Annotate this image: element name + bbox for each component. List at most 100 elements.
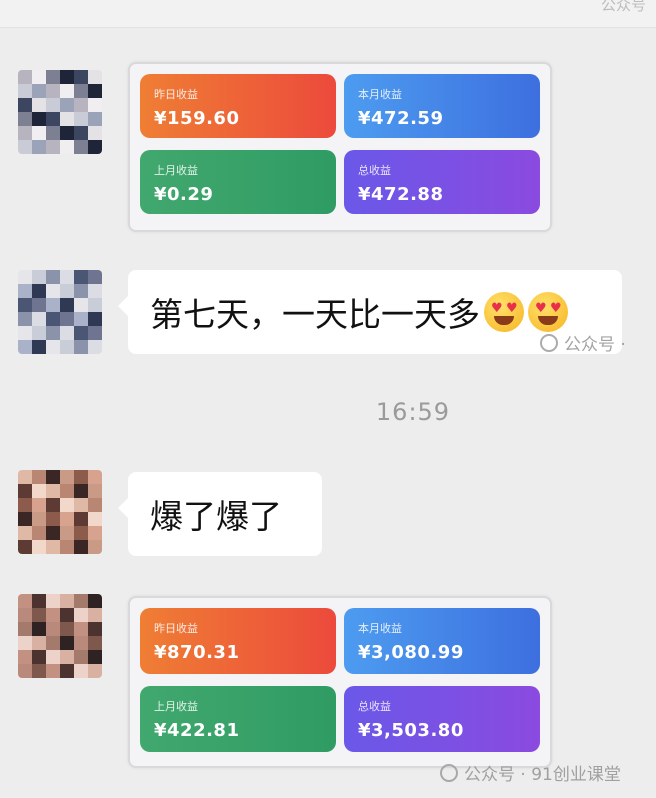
avatar-pixel: [18, 664, 32, 678]
avatar-pixel: [60, 84, 74, 98]
avatar-pixel: [32, 484, 46, 498]
avatar-pixel: [32, 340, 46, 354]
avatar-pixel: [88, 608, 102, 622]
avatar-pixel: [60, 526, 74, 540]
avatar[interactable]: [18, 470, 102, 554]
avatar-pixel: [46, 526, 60, 540]
avatar-pixel: [88, 126, 102, 140]
tile-label: 总收益: [358, 700, 391, 713]
watermark-text: 公众号 ·: [564, 335, 626, 355]
avatar-pixel: [88, 664, 102, 678]
avatar-pixel: [60, 112, 74, 126]
avatar-pixel: [88, 470, 102, 484]
avatar-pixel: [46, 636, 60, 650]
tile-label: 上月收益: [154, 700, 198, 713]
avatar-pixel: [32, 140, 46, 154]
avatar-pixel: [32, 622, 46, 636]
tile-value: ¥472.59: [358, 108, 444, 129]
avatar-pixel: [60, 70, 74, 84]
avatar-pixel: [18, 298, 32, 312]
avatar-pixel: [74, 326, 88, 340]
avatar-pixel: [46, 98, 60, 112]
avatar-pixel: [74, 636, 88, 650]
avatar-pixel: [60, 140, 74, 154]
avatar-pixel: [74, 298, 88, 312]
avatar-pixel: [88, 284, 102, 298]
avatar-pixel: [60, 594, 74, 608]
yesterday-earnings-tile: 昨日收益 ¥159.60: [140, 74, 336, 138]
avatar-pixel: [74, 540, 88, 554]
yesterday-earnings-tile: 昨日收益 ¥870.31: [140, 608, 336, 674]
avatar-pixel: [88, 526, 102, 540]
avatar-pixel: [88, 298, 102, 312]
avatar-pixel: [74, 140, 88, 154]
avatar-pixel: [46, 140, 60, 154]
avatar-pixel: [60, 498, 74, 512]
tile-value: ¥422.81: [154, 720, 240, 741]
avatar-pixel: [46, 594, 60, 608]
avatar-pixel: [46, 512, 60, 526]
avatar-pixel: [18, 540, 32, 554]
avatar-pixel: [74, 498, 88, 512]
wechat-icon: [440, 763, 458, 782]
avatar[interactable]: [18, 70, 102, 154]
avatar-pixel: [46, 340, 60, 354]
avatar-pixel: [46, 540, 60, 554]
avatar-pixel: [74, 594, 88, 608]
avatar-pixel: [74, 622, 88, 636]
avatar-pixel: [32, 608, 46, 622]
avatar-pixel: [32, 664, 46, 678]
avatar-pixel: [74, 664, 88, 678]
avatar-pixel: [18, 650, 32, 664]
last-month-earnings-tile: 上月收益 ¥422.81: [140, 686, 336, 752]
tile-value: ¥472.88: [358, 184, 444, 205]
avatar-pixel: [88, 512, 102, 526]
avatar-pixel: [74, 84, 88, 98]
wechat-icon: [540, 333, 558, 352]
avatar-pixel: [18, 594, 32, 608]
earnings-card[interactable]: 昨日收益 ¥159.60 本月收益 ¥472.59 上月收益 ¥0.29 总收益…: [128, 62, 552, 232]
avatar-pixel: [88, 270, 102, 284]
avatar-pixel: [18, 526, 32, 540]
timestamp: 16:59: [375, 398, 451, 426]
avatar-pixel: [46, 326, 60, 340]
avatar-pixel: [18, 470, 32, 484]
month-earnings-tile: 本月收益 ¥472.59: [344, 74, 540, 138]
avatar-pixel: [88, 650, 102, 664]
last-month-earnings-tile: 上月收益 ¥0.29: [140, 150, 336, 214]
avatar-pixel: [74, 270, 88, 284]
avatar-pixel: [18, 484, 32, 498]
avatar-pixel: [60, 636, 74, 650]
avatar-pixel: [18, 98, 32, 112]
avatar-pixel: [18, 312, 32, 326]
avatar-pixel: [60, 664, 74, 678]
avatar-pixel: [60, 470, 74, 484]
avatar-pixel: [60, 298, 74, 312]
avatar-pixel: [88, 326, 102, 340]
avatar-pixel: [60, 608, 74, 622]
avatar-pixel: [46, 84, 60, 98]
avatar-pixel: [32, 540, 46, 554]
tile-value: ¥3,080.99: [358, 642, 464, 663]
avatar-pixel: [46, 498, 60, 512]
avatar-pixel: [46, 608, 60, 622]
avatar-pixel: [88, 340, 102, 354]
avatar-pixel: [46, 70, 60, 84]
avatar-pixel: [46, 664, 60, 678]
avatar[interactable]: [18, 270, 102, 354]
message-text: 第七天，一天比一天多: [150, 295, 480, 334]
avatar[interactable]: [18, 594, 102, 678]
avatar-pixel: [46, 470, 60, 484]
top-bar: 公众号: [0, 0, 656, 28]
avatar-pixel: [74, 284, 88, 298]
message-bubble[interactable]: 爆了爆了: [118, 472, 322, 556]
avatar-pixel: [60, 284, 74, 298]
avatar-pixel: [74, 608, 88, 622]
avatar-pixel: [88, 98, 102, 112]
avatar-pixel: [18, 140, 32, 154]
avatar-pixel: [74, 112, 88, 126]
avatar-pixel: [88, 636, 102, 650]
avatar-pixel: [32, 512, 46, 526]
avatar-pixel: [60, 540, 74, 554]
earnings-card[interactable]: 昨日收益 ¥870.31 本月收益 ¥3,080.99 上月收益 ¥422.81…: [128, 596, 552, 768]
